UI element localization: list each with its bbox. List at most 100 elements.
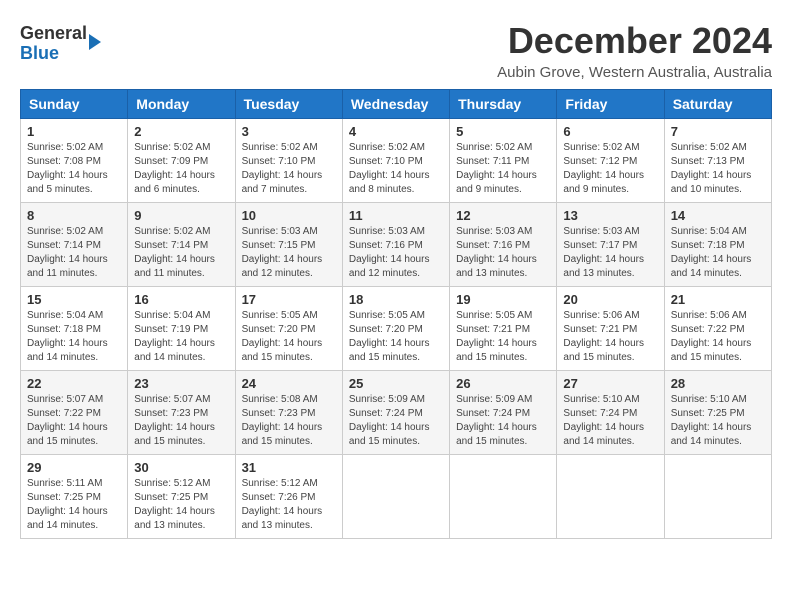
calendar-cell: 17 Sunrise: 5:05 AM Sunset: 7:20 PM Dayli… (235, 287, 342, 371)
calendar-cell: 9Sunrise: 5:02 AM Sunset: 7:14 PM Daylig… (128, 203, 235, 287)
day-number: 4 (349, 124, 443, 139)
day-info: Sunrise: 5:02 AM Sunset: 7:13 PM Dayligh… (671, 141, 765, 197)
calendar-header-sunday: Sunday (21, 90, 128, 119)
day-info: Sunrise: 5:06 AM Sunset: 7:22 PM Dayligh… (671, 309, 765, 365)
day-info: Sunrise: 5:03 AM Sunset: 7:15 PM Dayligh… (242, 225, 336, 281)
logo-blue: Blue (20, 44, 87, 64)
day-info: Sunrise: 5:10 AM Sunset: 7:24 PM Dayligh… (563, 393, 657, 449)
calendar-cell: 8Sunrise: 5:02 AM Sunset: 7:14 PM Daylig… (21, 203, 128, 287)
calendar-cell: 12 Sunrise: 5:03 AM Sunset: 7:16 PM Dayli… (450, 203, 557, 287)
day-number: 23 (134, 376, 228, 391)
day-info: Sunrise: 5:10 AM Sunset: 7:25 PM Dayligh… (671, 393, 765, 449)
day-number: 20 (563, 292, 657, 307)
day-number: 14 (671, 208, 765, 223)
calendar-cell: 15 Sunrise: 5:04 AM Sunset: 7:18 PM Dayli… (21, 287, 128, 371)
day-number: 28 (671, 376, 765, 391)
calendar-week-row: 8Sunrise: 5:02 AM Sunset: 7:14 PM Daylig… (21, 203, 772, 287)
logo: General Blue (20, 24, 101, 64)
day-number: 13 (563, 208, 657, 223)
day-number: 7 (671, 124, 765, 139)
calendar-cell: 18 Sunrise: 5:05 AM Sunset: 7:20 PM Dayli… (342, 287, 449, 371)
day-number: 31 (242, 460, 336, 475)
calendar-cell (450, 455, 557, 539)
day-info: Sunrise: 5:02 AM Sunset: 7:14 PM Dayligh… (134, 225, 228, 281)
calendar-cell: 4 Sunrise: 5:02 AM Sunset: 7:10 PM Daylig… (342, 119, 449, 203)
calendar-header-friday: Friday (557, 90, 664, 119)
calendar-cell: 6Sunrise: 5:02 AM Sunset: 7:12 PM Daylig… (557, 119, 664, 203)
calendar-week-row: 29 Sunrise: 5:11 AM Sunset: 7:25 PM Dayli… (21, 455, 772, 539)
logo-text: General Blue (20, 24, 87, 64)
day-number: 12 (456, 208, 550, 223)
calendar-header-thursday: Thursday (450, 90, 557, 119)
day-info: Sunrise: 5:04 AM Sunset: 7:18 PM Dayligh… (671, 225, 765, 281)
day-info: Sunrise: 5:12 AM Sunset: 7:25 PM Dayligh… (134, 477, 228, 533)
calendar-cell: 30Sunrise: 5:12 AM Sunset: 7:25 PM Dayli… (128, 455, 235, 539)
calendar-cell: 5 Sunrise: 5:02 AM Sunset: 7:11 PM Daylig… (450, 119, 557, 203)
day-number: 25 (349, 376, 443, 391)
day-number: 29 (27, 460, 121, 475)
logo-arrow-icon (89, 34, 101, 50)
day-info: Sunrise: 5:02 AM Sunset: 7:09 PM Dayligh… (134, 141, 228, 197)
day-number: 10 (242, 208, 336, 223)
calendar-cell: 19Sunrise: 5:05 AM Sunset: 7:21 PM Dayli… (450, 287, 557, 371)
calendar-cell: 21 Sunrise: 5:06 AM Sunset: 7:22 PM Dayli… (664, 287, 771, 371)
day-number: 17 (242, 292, 336, 307)
calendar-week-row: 15 Sunrise: 5:04 AM Sunset: 7:18 PM Dayli… (21, 287, 772, 371)
day-info: Sunrise: 5:05 AM Sunset: 7:21 PM Dayligh… (456, 309, 550, 365)
calendar-week-row: 22 Sunrise: 5:07 AM Sunset: 7:22 PM Dayli… (21, 371, 772, 455)
day-number: 3 (242, 124, 336, 139)
day-info: Sunrise: 5:05 AM Sunset: 7:20 PM Dayligh… (242, 309, 336, 365)
day-info: Sunrise: 5:02 AM Sunset: 7:08 PM Dayligh… (27, 141, 121, 197)
calendar-cell: 23 Sunrise: 5:07 AM Sunset: 7:23 PM Dayli… (128, 371, 235, 455)
calendar-header-wednesday: Wednesday (342, 90, 449, 119)
calendar-header-saturday: Saturday (664, 90, 771, 119)
day-info: Sunrise: 5:05 AM Sunset: 7:20 PM Dayligh… (349, 309, 443, 365)
day-info: Sunrise: 5:02 AM Sunset: 7:10 PM Dayligh… (349, 141, 443, 197)
day-info: Sunrise: 5:03 AM Sunset: 7:16 PM Dayligh… (456, 225, 550, 281)
month-title: December 2024 (497, 20, 772, 62)
calendar-cell: 22 Sunrise: 5:07 AM Sunset: 7:22 PM Dayli… (21, 371, 128, 455)
calendar-cell: 7 Sunrise: 5:02 AM Sunset: 7:13 PM Daylig… (664, 119, 771, 203)
calendar-cell: 16 Sunrise: 5:04 AM Sunset: 7:19 PM Dayli… (128, 287, 235, 371)
calendar-cell: 29 Sunrise: 5:11 AM Sunset: 7:25 PM Dayli… (21, 455, 128, 539)
day-number: 1 (27, 124, 121, 139)
day-number: 11 (349, 208, 443, 223)
calendar-cell (557, 455, 664, 539)
day-info: Sunrise: 5:06 AM Sunset: 7:21 PM Dayligh… (563, 309, 657, 365)
day-info: Sunrise: 5:07 AM Sunset: 7:23 PM Dayligh… (134, 393, 228, 449)
calendar-cell: 28 Sunrise: 5:10 AM Sunset: 7:25 PM Dayli… (664, 371, 771, 455)
calendar-week-row: 1 Sunrise: 5:02 AM Sunset: 7:08 PM Daylig… (21, 119, 772, 203)
day-info: Sunrise: 5:11 AM Sunset: 7:25 PM Dayligh… (27, 477, 121, 533)
calendar-cell: 31 Sunrise: 5:12 AM Sunset: 7:26 PM Dayli… (235, 455, 342, 539)
calendar-cell: 10 Sunrise: 5:03 AM Sunset: 7:15 PM Dayli… (235, 203, 342, 287)
calendar-header-row: SundayMondayTuesdayWednesdayThursdayFrid… (21, 90, 772, 119)
calendar-cell: 13 Sunrise: 5:03 AM Sunset: 7:17 PM Dayli… (557, 203, 664, 287)
day-info: Sunrise: 5:12 AM Sunset: 7:26 PM Dayligh… (242, 477, 336, 533)
calendar-header-tuesday: Tuesday (235, 90, 342, 119)
calendar-cell: 11 Sunrise: 5:03 AM Sunset: 7:16 PM Dayli… (342, 203, 449, 287)
day-info: Sunrise: 5:03 AM Sunset: 7:17 PM Dayligh… (563, 225, 657, 281)
calendar-cell (664, 455, 771, 539)
calendar-cell: 24Sunrise: 5:08 AM Sunset: 7:23 PM Dayli… (235, 371, 342, 455)
day-number: 21 (671, 292, 765, 307)
calendar-cell: 3Sunrise: 5:02 AM Sunset: 7:10 PM Daylig… (235, 119, 342, 203)
day-number: 15 (27, 292, 121, 307)
day-info: Sunrise: 5:04 AM Sunset: 7:19 PM Dayligh… (134, 309, 228, 365)
day-info: Sunrise: 5:02 AM Sunset: 7:14 PM Dayligh… (27, 225, 121, 281)
location: Aubin Grove, Western Australia, Australi… (497, 64, 772, 81)
day-info: Sunrise: 5:09 AM Sunset: 7:24 PM Dayligh… (349, 393, 443, 449)
day-info: Sunrise: 5:02 AM Sunset: 7:11 PM Dayligh… (456, 141, 550, 197)
calendar-table: SundayMondayTuesdayWednesdayThursdayFrid… (20, 89, 772, 539)
day-number: 16 (134, 292, 228, 307)
day-info: Sunrise: 5:08 AM Sunset: 7:23 PM Dayligh… (242, 393, 336, 449)
title-area: December 2024 Aubin Grove, Western Austr… (497, 20, 772, 81)
day-number: 22 (27, 376, 121, 391)
day-info: Sunrise: 5:04 AM Sunset: 7:18 PM Dayligh… (27, 309, 121, 365)
calendar-cell: 25 Sunrise: 5:09 AM Sunset: 7:24 PM Dayli… (342, 371, 449, 455)
day-info: Sunrise: 5:03 AM Sunset: 7:16 PM Dayligh… (349, 225, 443, 281)
day-number: 18 (349, 292, 443, 307)
day-number: 5 (456, 124, 550, 139)
day-number: 27 (563, 376, 657, 391)
day-info: Sunrise: 5:07 AM Sunset: 7:22 PM Dayligh… (27, 393, 121, 449)
logo-general: General (20, 24, 87, 44)
